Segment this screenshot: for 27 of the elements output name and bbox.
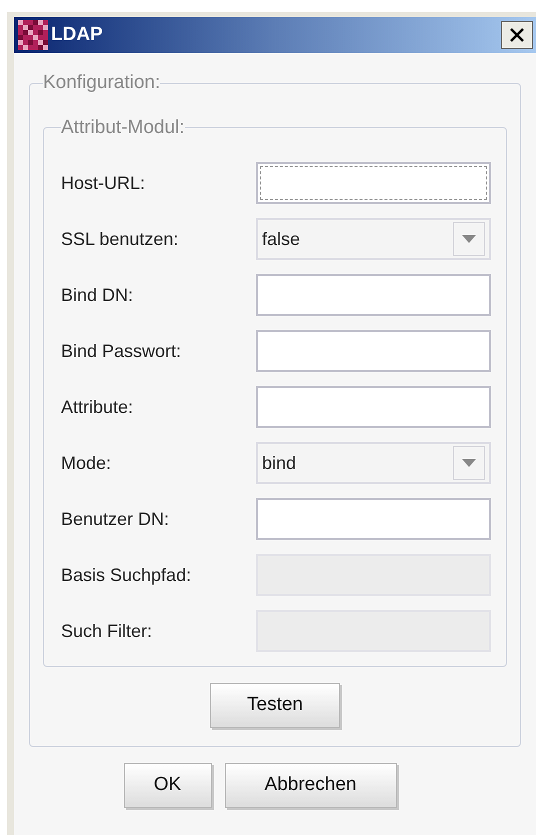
field-label: Attribute:	[61, 396, 134, 418]
close-icon	[509, 27, 525, 43]
app-icon	[18, 20, 48, 50]
test-button[interactable]: Testen	[210, 683, 340, 728]
input-field[interactable]	[256, 330, 491, 372]
field-label: Host-URL:	[61, 172, 146, 194]
input-field[interactable]	[256, 498, 491, 540]
field-label: Bind Passwort:	[61, 340, 182, 362]
field-label: Benutzer DN:	[61, 508, 170, 530]
dialog-button[interactable]: OK	[124, 763, 212, 808]
input-field[interactable]	[256, 162, 491, 204]
group-title: Konfiguration:	[43, 71, 160, 95]
field-label: Such Filter:	[61, 620, 154, 642]
caret-icon	[453, 222, 485, 256]
window-title: LDAP	[51, 22, 104, 47]
close-button[interactable]	[501, 21, 533, 49]
field-label: Mode:	[61, 452, 112, 474]
dropdown[interactable]: bind	[256, 442, 491, 484]
field-label: Bind DN:	[61, 284, 134, 306]
caret-icon	[453, 446, 485, 480]
input-field[interactable]	[256, 274, 491, 316]
field-label: SSL benutzen:	[61, 228, 180, 250]
group-title: Attribut-Modul:	[61, 116, 185, 140]
input-field[interactable]	[256, 386, 491, 428]
dialog-button[interactable]: Abbrechen	[224, 763, 396, 808]
dropdown[interactable]: false	[256, 218, 491, 260]
field-label: Basis Suchpfad:	[61, 564, 192, 587]
